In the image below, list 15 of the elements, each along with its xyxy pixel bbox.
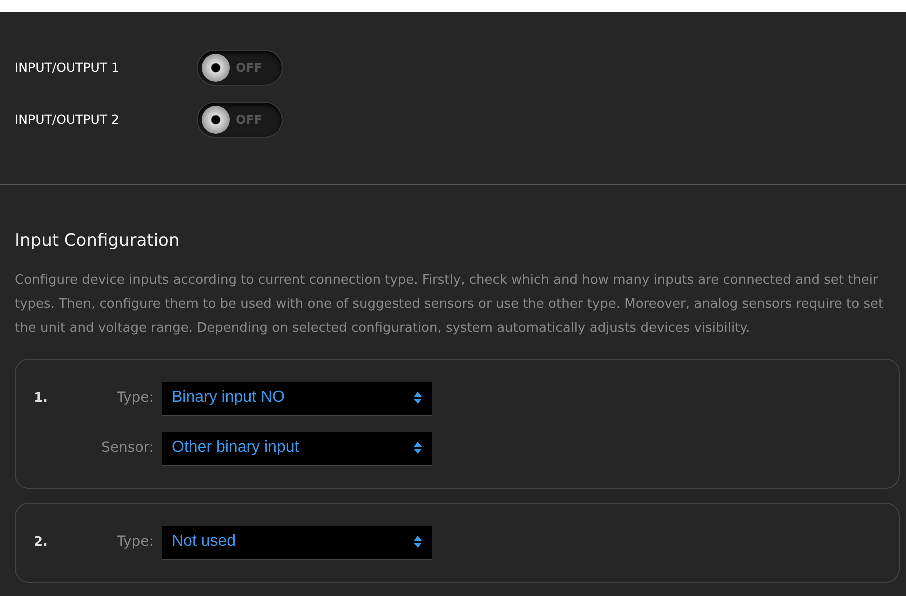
- input-number: 1.: [34, 390, 49, 408]
- sort-arrows-icon: [414, 442, 422, 454]
- input-number: 2.: [34, 534, 49, 552]
- switch-label: INPUT/OUTPUT 2: [15, 110, 120, 129]
- select-dropdown[interactable]: Not used: [162, 526, 432, 560]
- section-title: Input Configuration: [15, 230, 181, 253]
- select-dropdown[interactable]: Other binary input: [162, 432, 432, 466]
- sort-arrows-icon: [414, 536, 422, 548]
- field-label: Type:: [116, 533, 155, 552]
- sort-arrows-icon: [414, 392, 422, 404]
- switch-label: INPUT/OUTPUT 1: [15, 58, 120, 77]
- field-label: Type:: [116, 389, 155, 408]
- select-dropdown[interactable]: Binary input NO: [162, 382, 432, 416]
- section-description: Configure device inputs according to current connection type. Firstly, check which and how many inputs are connected and set their types. Then, configure them to be used with one of suggested sensors or use the other type. Moreover, analog sensors require to set the unit and voltage range. Depending on selected configuration, system automatically adjusts devices visibility.: [15, 272, 885, 338]
- field-label: Sensor:: [100, 439, 155, 458]
